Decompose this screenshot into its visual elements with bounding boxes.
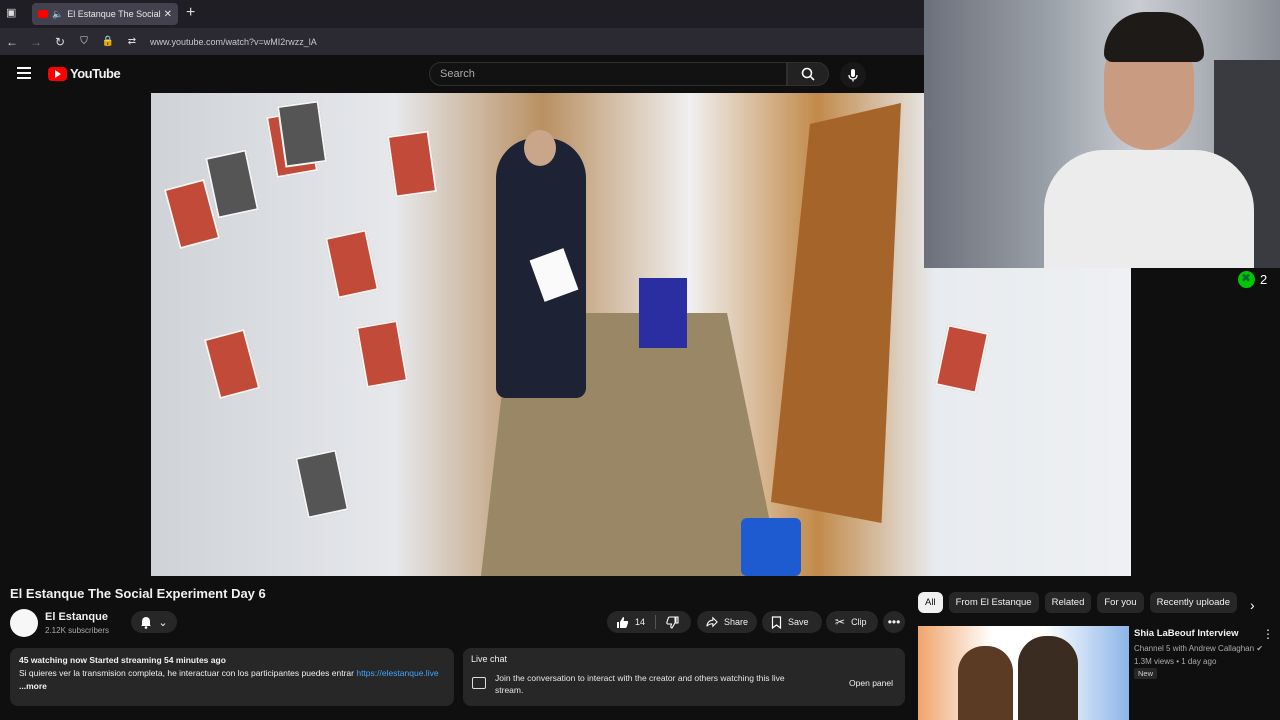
youtube-header: YouTube Search <box>0 55 924 93</box>
description-text: Si quieres ver la transmision completa, … <box>19 667 445 693</box>
video-scene-poster <box>205 149 259 219</box>
permissions-icon[interactable]: ⇄ <box>120 36 144 47</box>
chip-for-you[interactable]: For you <box>1097 592 1144 613</box>
chip-all[interactable]: All <box>918 592 943 613</box>
share-label: Share <box>723 617 748 627</box>
shield-icon[interactable]: ⛉ <box>72 36 96 47</box>
video-scene-poster <box>276 100 328 168</box>
chip-from-channel[interactable]: From El Estanque <box>948 592 1039 613</box>
like-dislike-group: 14 <box>607 611 691 633</box>
youtube-play-icon <box>48 66 67 81</box>
search-input[interactable]: Search <box>429 62 787 86</box>
webcam-overlay <box>924 0 1280 268</box>
clip-label: Clip <box>851 617 867 627</box>
search-button[interactable] <box>787 62 829 86</box>
webcam-person-hair <box>1104 12 1204 62</box>
audio-playing-icon[interactable]: 🔈 <box>52 9 63 20</box>
more-vertical-icon[interactable]: ⋮ <box>1262 627 1274 641</box>
open-panel-button[interactable]: Open panel <box>849 678 893 688</box>
description-link[interactable]: https://elestanque.live <box>356 668 438 678</box>
chat-icon <box>472 677 486 689</box>
live-chat-message: Join the conversation to interact with t… <box>495 673 785 695</box>
reload-icon[interactable]: ↻ <box>48 35 72 49</box>
related-channel-name: Channel 5 with Andrew Callaghan <box>1134 644 1255 653</box>
related-video-title[interactable]: Shia LaBeouf Interview <box>1134 628 1239 639</box>
tab-list-icon[interactable]: ▣ <box>6 6 20 20</box>
channel-avatar[interactable] <box>10 609 38 637</box>
viewer-counter: 2 <box>1238 271 1267 288</box>
related-video-channel[interactable]: Channel 5 with Andrew Callaghan ✔ <box>1134 642 1263 655</box>
new-badge: New <box>1134 668 1158 679</box>
video-scene-door <box>771 103 901 523</box>
youtube-logo[interactable]: YouTube <box>48 66 121 81</box>
more-horizontal-icon: ••• <box>887 615 901 629</box>
thumbnail-person <box>958 646 1013 720</box>
live-chat-box: Live chat Join the conversation to inter… <box>463 648 905 706</box>
video-scene-poster <box>386 130 438 198</box>
scissors-icon: ✂ <box>835 615 846 629</box>
search-placeholder: Search <box>440 68 475 80</box>
like-separator <box>655 615 657 629</box>
description-body: Si quieres ver la transmision completa, … <box>19 668 357 678</box>
video-scene-stool <box>639 278 687 348</box>
new-tab-icon[interactable]: + <box>186 4 195 22</box>
related-chips-bar: All From El Estanque Related For you Rec… <box>918 592 1268 614</box>
description-box[interactable]: 45 watching now Started streaming 54 min… <box>10 648 454 706</box>
like-count[interactable]: 14 <box>635 617 645 627</box>
video-scene-poster <box>935 324 989 394</box>
chevron-right-icon[interactable]: › <box>1250 597 1255 613</box>
forward-icon[interactable]: → <box>24 35 48 49</box>
bell-icon <box>141 616 152 629</box>
chip-recently-uploaded[interactable]: Recently uploade <box>1149 592 1237 613</box>
browser-tab-strip: ▣ 🔈 El Estanque The Social Experi ✕ + <box>0 0 924 28</box>
share-button[interactable]: Share <box>697 611 757 633</box>
clip-button[interactable]: ✂ Clip <box>826 611 878 633</box>
live-chat-header: Live chat <box>471 654 508 664</box>
description-stats: 45 watching now Started streaming 54 min… <box>19 655 226 665</box>
video-scene-poster <box>355 319 409 389</box>
lock-icon[interactable]: 🔒 <box>96 36 120 47</box>
more-actions-button[interactable]: ••• <box>883 611 905 633</box>
verified-icon: ✔ <box>1256 644 1264 653</box>
bookmark-icon <box>771 615 782 629</box>
video-scene-bucket <box>741 518 801 576</box>
youtube-wordmark: YouTube <box>70 66 121 81</box>
menu-icon[interactable] <box>17 67 31 79</box>
video-scene-poster <box>203 328 261 400</box>
chevron-down-icon: ⌄ <box>158 616 168 629</box>
related-video-thumbnail[interactable] <box>918 626 1129 720</box>
microphone-icon <box>848 69 858 82</box>
browser-nav-bar: ← → ↻ ⛉ 🔒 ⇄ www.youtube.com/watch?v=wMI2… <box>0 28 924 55</box>
share-icon <box>706 616 718 628</box>
description-more[interactable]: ...more <box>19 681 47 691</box>
dislike-icon[interactable] <box>666 615 679 629</box>
search-icon <box>801 67 815 81</box>
subscriber-count: 2.12K subscribers <box>45 626 110 635</box>
back-icon[interactable]: ← <box>0 35 24 49</box>
thumbnail-person <box>1018 636 1078 720</box>
webcam-person-shirt <box>1044 150 1254 268</box>
save-label: Save <box>788 617 809 627</box>
save-button[interactable]: Save <box>762 611 822 633</box>
channel-name[interactable]: El Estanque <box>45 611 108 623</box>
video-scene-poster <box>295 449 349 519</box>
browser-tab[interactable]: 🔈 El Estanque The Social Experi ✕ <box>32 3 178 25</box>
related-video-meta: Channel 5 with Andrew Callaghan ✔ 1.3M v… <box>1134 642 1263 668</box>
video-scene-poster <box>325 229 379 299</box>
chip-related[interactable]: Related <box>1044 592 1092 613</box>
video-title: El Estanque The Social Experiment Day 6 <box>10 586 266 601</box>
tab-title: El Estanque The Social Experi <box>67 9 161 19</box>
youtube-favicon-icon <box>38 10 48 18</box>
voice-search-button[interactable] <box>840 62 866 88</box>
viewer-badge-icon <box>1238 271 1255 288</box>
close-tab-icon[interactable]: ✕ <box>164 9 172 20</box>
address-bar[interactable]: www.youtube.com/watch?v=wMI2rwzz_lA <box>150 37 317 47</box>
like-icon[interactable] <box>616 616 629 629</box>
related-video-stats: 1.3M views • 1 day ago <box>1134 657 1217 666</box>
viewer-count: 2 <box>1260 272 1268 287</box>
notifications-button[interactable]: ⌄ <box>131 611 177 633</box>
